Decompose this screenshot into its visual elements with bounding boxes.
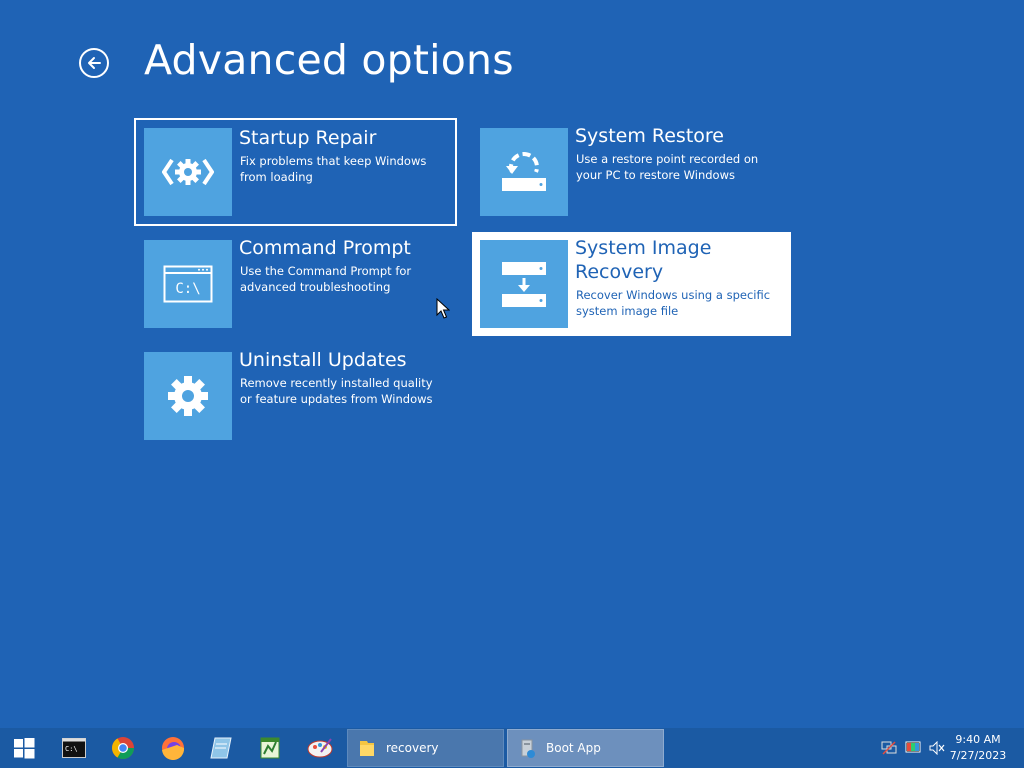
taskbar: C:\ recovery Boot App 9:40 AM 7/27/2023 bbox=[0, 728, 1024, 768]
network-icon[interactable] bbox=[880, 728, 898, 768]
back-button[interactable] bbox=[79, 48, 109, 78]
mouse-cursor-icon bbox=[436, 298, 450, 319]
windows-start-icon[interactable] bbox=[0, 728, 48, 768]
command-prompt-option[interactable]: C:\ Command Prompt Use the Command Promp… bbox=[134, 232, 457, 336]
system-image-recovery-icon bbox=[480, 240, 568, 328]
option-title: Uninstall Updates bbox=[239, 349, 407, 371]
option-description: Remove recently installed quality or fea… bbox=[240, 376, 433, 406]
display-color-icon[interactable] bbox=[904, 728, 922, 768]
chrome-icon[interactable] bbox=[99, 728, 147, 768]
system-restore-icon bbox=[480, 128, 568, 216]
taskbar-app-recovery[interactable]: recovery bbox=[347, 729, 504, 767]
startup-repair-option[interactable]: Startup Repair Fix problems that keep Wi… bbox=[134, 118, 457, 226]
system-restore-option[interactable]: System Restore Use a restore point recor… bbox=[472, 118, 791, 226]
gear-icon bbox=[144, 352, 232, 440]
page-title: Advanced options bbox=[144, 36, 514, 84]
command-prompt-icon: C:\ bbox=[144, 240, 232, 328]
folder-icon bbox=[360, 741, 374, 756]
taskbar-app-boot[interactable]: Boot App bbox=[507, 729, 664, 767]
terminal-icon[interactable]: C:\ bbox=[50, 728, 98, 768]
option-title: System Restore bbox=[575, 125, 724, 147]
startup-repair-icon bbox=[144, 128, 232, 216]
system-image-recovery-option[interactable]: System Image Recovery Recover Windows us… bbox=[472, 232, 791, 336]
clock-date: 7/27/2023 bbox=[949, 749, 1007, 762]
command-prompt-icon-text: C:\ bbox=[175, 281, 200, 297]
boot-app-icon bbox=[521, 739, 535, 758]
option-description: Recover Windows using a specific system … bbox=[576, 288, 771, 318]
back-arrow-icon bbox=[88, 57, 101, 69]
volume-muted-icon[interactable] bbox=[928, 728, 946, 768]
option-description: Fix problems that keep Windows from load… bbox=[240, 154, 427, 184]
firefox-icon[interactable] bbox=[149, 728, 197, 768]
option-description: Use the Command Prompt for advanced trou… bbox=[240, 264, 412, 294]
taskbar-app-label: Boot App bbox=[546, 741, 601, 755]
taskbar-app-label: recovery bbox=[386, 741, 439, 755]
svg-text:C:\: C:\ bbox=[65, 745, 78, 753]
notepad-icon[interactable] bbox=[197, 728, 245, 768]
option-title: System Image Recovery bbox=[575, 237, 712, 283]
clock-time: 9:40 AM bbox=[955, 733, 1001, 746]
paint-icon[interactable] bbox=[296, 728, 344, 768]
spreadsheet-icon[interactable] bbox=[246, 728, 294, 768]
option-description: Use a restore point recorded on your PC … bbox=[576, 152, 759, 182]
uninstall-updates-option[interactable]: Uninstall Updates Remove recently instal… bbox=[134, 344, 457, 448]
clock[interactable]: 9:40 AM 7/27/2023 bbox=[948, 732, 1008, 764]
option-title: Command Prompt bbox=[239, 237, 411, 259]
option-title: Startup Repair bbox=[239, 127, 377, 149]
